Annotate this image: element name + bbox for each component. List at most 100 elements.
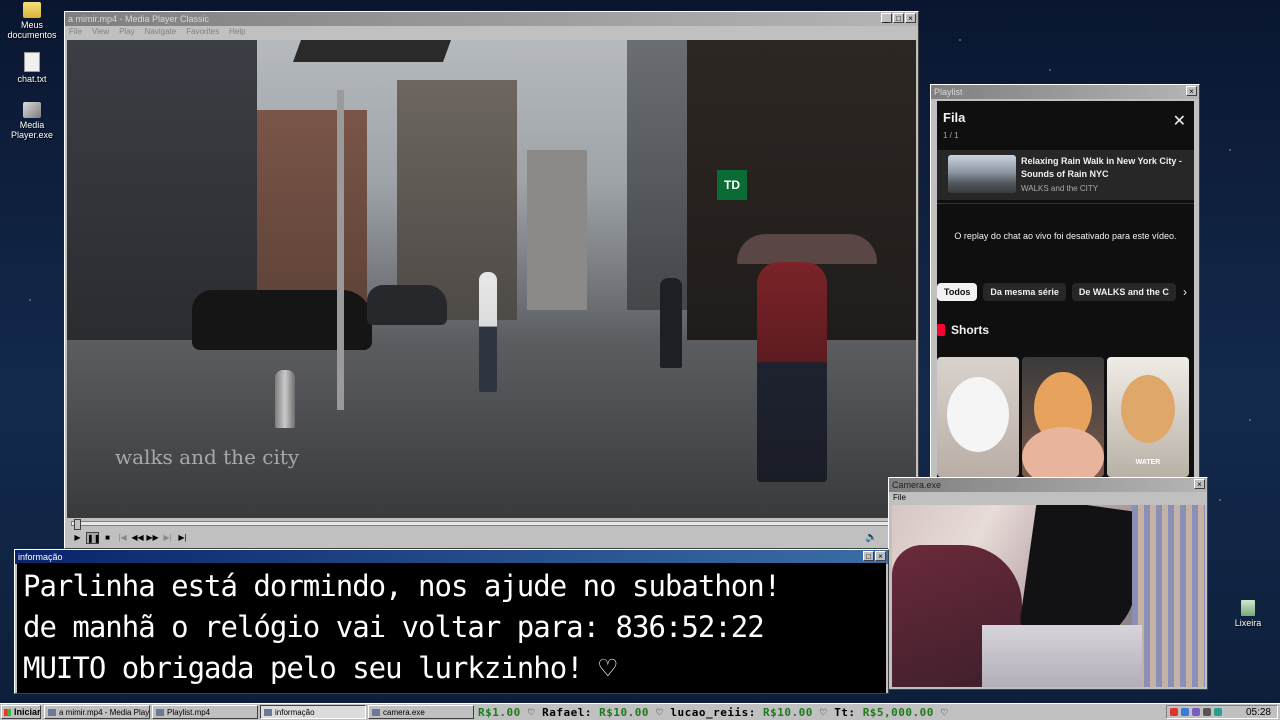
video-frame[interactable]: TD walks and the city — [67, 40, 916, 518]
next-button[interactable]: ▶| — [161, 532, 174, 544]
desktop-icon-my-documents[interactable]: Meus documentos — [0, 2, 64, 40]
taskbar-item-playlist[interactable]: Playlist.mp4 — [152, 705, 258, 719]
media-player-menubar: File View Play Navigate Favorites Help — [65, 26, 918, 38]
lamp-pole — [337, 90, 344, 410]
menu-view[interactable]: View — [92, 26, 109, 38]
forward-button[interactable]: ▶▶ — [146, 532, 159, 544]
chat-replay-message: O replay do chat ao vivo foi desativado … — [954, 231, 1177, 241]
stop-button[interactable]: ■ — [101, 532, 114, 544]
chip-same-series[interactable]: Da mesma série — [983, 283, 1066, 301]
start-button[interactable]: Iniciar — [1, 705, 41, 719]
camera-feed — [892, 505, 1205, 687]
desktop-icon-label: chat.txt — [17, 74, 47, 84]
seek-thumb[interactable] — [73, 519, 81, 530]
media-player-window[interactable]: a mimir.mp4 - Media Player Classic _ □ ×… — [64, 11, 919, 549]
shield-icon[interactable] — [1214, 708, 1222, 716]
taskbar-item-informacao[interactable]: informação — [260, 705, 366, 719]
queue-header: Fila — [943, 110, 966, 125]
menu-file[interactable]: File — [893, 492, 906, 504]
heart-icon: ♡ — [656, 706, 671, 719]
clock[interactable]: 05:28 — [1246, 707, 1271, 718]
info-line: de manhã o relógio vai voltar para: 836:… — [23, 610, 765, 644]
short-thumbnail[interactable]: WATER — [1107, 357, 1189, 477]
taskbar: Iniciar a mimir.mp4 - Media Playe... Pla… — [0, 703, 1280, 720]
network-icon[interactable] — [1181, 708, 1189, 716]
short-thumbnail[interactable] — [1022, 357, 1104, 477]
maximize-button[interactable]: □ — [863, 551, 874, 561]
playlist-titlebar[interactable]: Playlist × — [931, 85, 1199, 99]
youtube-queue-panel: Fila 1 / 1 ✕ Relaxing Rain Walk in New Y… — [937, 101, 1194, 477]
queue-item[interactable]: Relaxing Rain Walk in New York City - So… — [937, 150, 1194, 200]
dog-image — [1121, 375, 1175, 443]
folder-icon — [23, 2, 41, 18]
volume-icon[interactable]: 🔈 — [865, 532, 877, 543]
text-file-icon — [24, 52, 40, 72]
menu-play[interactable]: Play — [119, 26, 135, 38]
close-button[interactable]: × — [875, 551, 886, 561]
short-thumbnail[interactable] — [937, 357, 1019, 477]
building-right-far — [627, 40, 687, 310]
info-text-area: Parlinha está dormindo, nos ajude no sub… — [17, 563, 886, 693]
seek-bar[interactable] — [71, 519, 914, 530]
menu-favorites[interactable]: Favorites — [186, 26, 219, 38]
info-line: MUITO obrigada pelo seu lurkzinho! ♡ — [23, 651, 617, 685]
close-icon[interactable]: ✕ — [1173, 111, 1186, 131]
queue-item-channel: WALKS and the CITY — [1021, 184, 1099, 193]
desktop-icon-label: Media Player.exe — [10, 120, 54, 140]
pause-button[interactable]: ❚❚ — [86, 532, 100, 544]
speaker-icon[interactable] — [1203, 708, 1211, 716]
media-player-titlebar[interactable]: a mimir.mp4 - Media Player Classic _ □ × — [65, 12, 918, 26]
desktop-icon-label: Meus documentos — [7, 20, 57, 40]
video-watermark: walks and the city — [115, 445, 300, 469]
queue-count: 1 / 1 — [943, 131, 959, 140]
desktop-icon-chat[interactable]: chat.txt — [0, 52, 64, 84]
app-tray-icon[interactable] — [1192, 708, 1200, 716]
short-caption: WATER — [1135, 459, 1161, 466]
taskbar-item-camera[interactable]: camera.exe — [368, 705, 474, 719]
playback-controls: ▶ ❚❚ ■ |◀ ◀◀ ▶▶ ▶| ▶| — [71, 532, 189, 544]
building-center — [397, 80, 517, 320]
pedestrian — [479, 272, 497, 392]
info-window[interactable]: informação □ × Parlinha está dormindo, n… — [14, 549, 889, 694]
camera-titlebar[interactable]: Camera.exe × — [889, 478, 1207, 492]
play-button[interactable]: ▶ — [71, 532, 84, 544]
close-button[interactable]: × — [905, 13, 916, 23]
car-2 — [367, 285, 447, 325]
window-title: informação — [18, 552, 63, 562]
maximize-button[interactable]: □ — [893, 13, 904, 23]
menu-help[interactable]: Help — [229, 26, 245, 38]
pedestrian-umbrella — [737, 234, 877, 264]
taskbar-item-media-player[interactable]: a mimir.mp4 - Media Playe... — [44, 705, 150, 719]
rewind-button[interactable]: ◀◀ — [131, 532, 144, 544]
queue-item-title: Relaxing Rain Walk in New York City - So… — [1021, 156, 1182, 179]
playlist-window[interactable]: Playlist × Fila 1 / 1 ✕ Relaxing Rain Wa… — [930, 84, 1200, 478]
info-titlebar[interactable]: informação □ × — [15, 550, 888, 564]
shorts-label: Shorts — [951, 323, 990, 337]
frame-step-button[interactable]: ▶| — [176, 532, 189, 544]
close-button[interactable]: × — [1194, 479, 1205, 489]
close-button[interactable]: × — [1186, 86, 1197, 96]
desktop-icon-recycle-bin[interactable]: Lixeira — [1216, 600, 1280, 628]
ticker-amount: R$10.00 — [599, 706, 649, 719]
heart-icon: ♡ — [527, 706, 543, 719]
menu-navigate[interactable]: Navigate — [145, 26, 177, 38]
chip-from-channel[interactable]: De WALKS and the C — [1071, 283, 1176, 301]
camera-window[interactable]: Camera.exe × File — [888, 477, 1208, 690]
info-line: Parlinha está dormindo, nos ajude no sub… — [23, 569, 781, 603]
cat-image — [947, 377, 1009, 452]
desktop-icon-label: Lixeira — [1234, 618, 1262, 628]
previous-button[interactable]: |◀ — [116, 532, 129, 544]
chevron-right-icon[interactable]: › — [1176, 283, 1194, 301]
camera-menubar: File — [889, 492, 1207, 504]
media-player-icon — [23, 102, 41, 118]
ticker-name: Tt: — [834, 706, 856, 719]
desktop-icon-media-player[interactable]: Media Player.exe — [0, 102, 64, 140]
curtain — [1132, 505, 1205, 687]
menu-file[interactable]: File — [69, 26, 82, 38]
record-icon[interactable] — [1170, 708, 1178, 716]
td-sign: TD — [717, 170, 747, 200]
divider — [937, 203, 1194, 204]
donation-ticker: R$1.00 ♡ Rafael: R$10.00 ♡ lucao_reiis: … — [478, 706, 948, 719]
chip-todos[interactable]: Todos — [937, 283, 978, 301]
minimize-button[interactable]: _ — [881, 13, 892, 23]
